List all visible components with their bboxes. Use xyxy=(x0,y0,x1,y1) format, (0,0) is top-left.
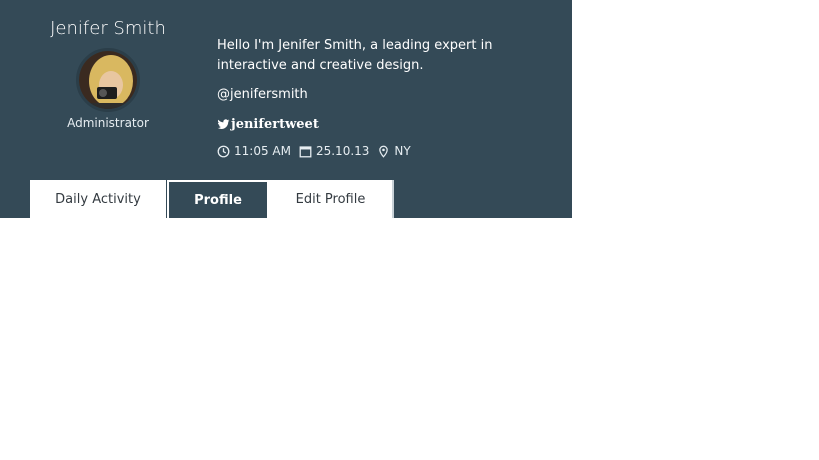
profile-card: Jenifer Smith Administrator Hello I'm Je… xyxy=(0,0,572,218)
time-info: 11:05 AM xyxy=(217,144,291,158)
tab-edit-profile[interactable]: Edit Profile xyxy=(269,180,394,218)
avatar-image xyxy=(79,51,137,109)
profile-role: Administrator xyxy=(67,116,149,130)
clock-icon xyxy=(217,145,230,157)
tab-daily-activity[interactable]: Daily Activity xyxy=(30,180,166,218)
time-text: 11:05 AM xyxy=(234,144,291,158)
profile-handle: @jenifersmith xyxy=(217,87,308,102)
twitter-icon xyxy=(217,119,230,129)
location-info: NY xyxy=(377,144,411,158)
location-text: NY xyxy=(394,144,411,158)
location-pin-icon xyxy=(379,145,389,158)
tab-profile[interactable]: Profile xyxy=(167,180,269,218)
profile-name: Jenifer Smith xyxy=(50,18,166,39)
profile-meta: 11:05 AM 25.10.13 NY xyxy=(217,143,419,159)
twitter-handle: jenifertweet xyxy=(231,117,319,132)
date-info: 25.10.13 xyxy=(299,144,369,158)
twitter-link[interactable]: jenifertweet xyxy=(217,117,319,132)
calendar-icon xyxy=(299,145,312,157)
avatar xyxy=(76,48,140,112)
date-text: 25.10.13 xyxy=(315,144,370,158)
profile-bio: Hello I'm Jenifer Smith, a leading exper… xyxy=(217,38,493,73)
